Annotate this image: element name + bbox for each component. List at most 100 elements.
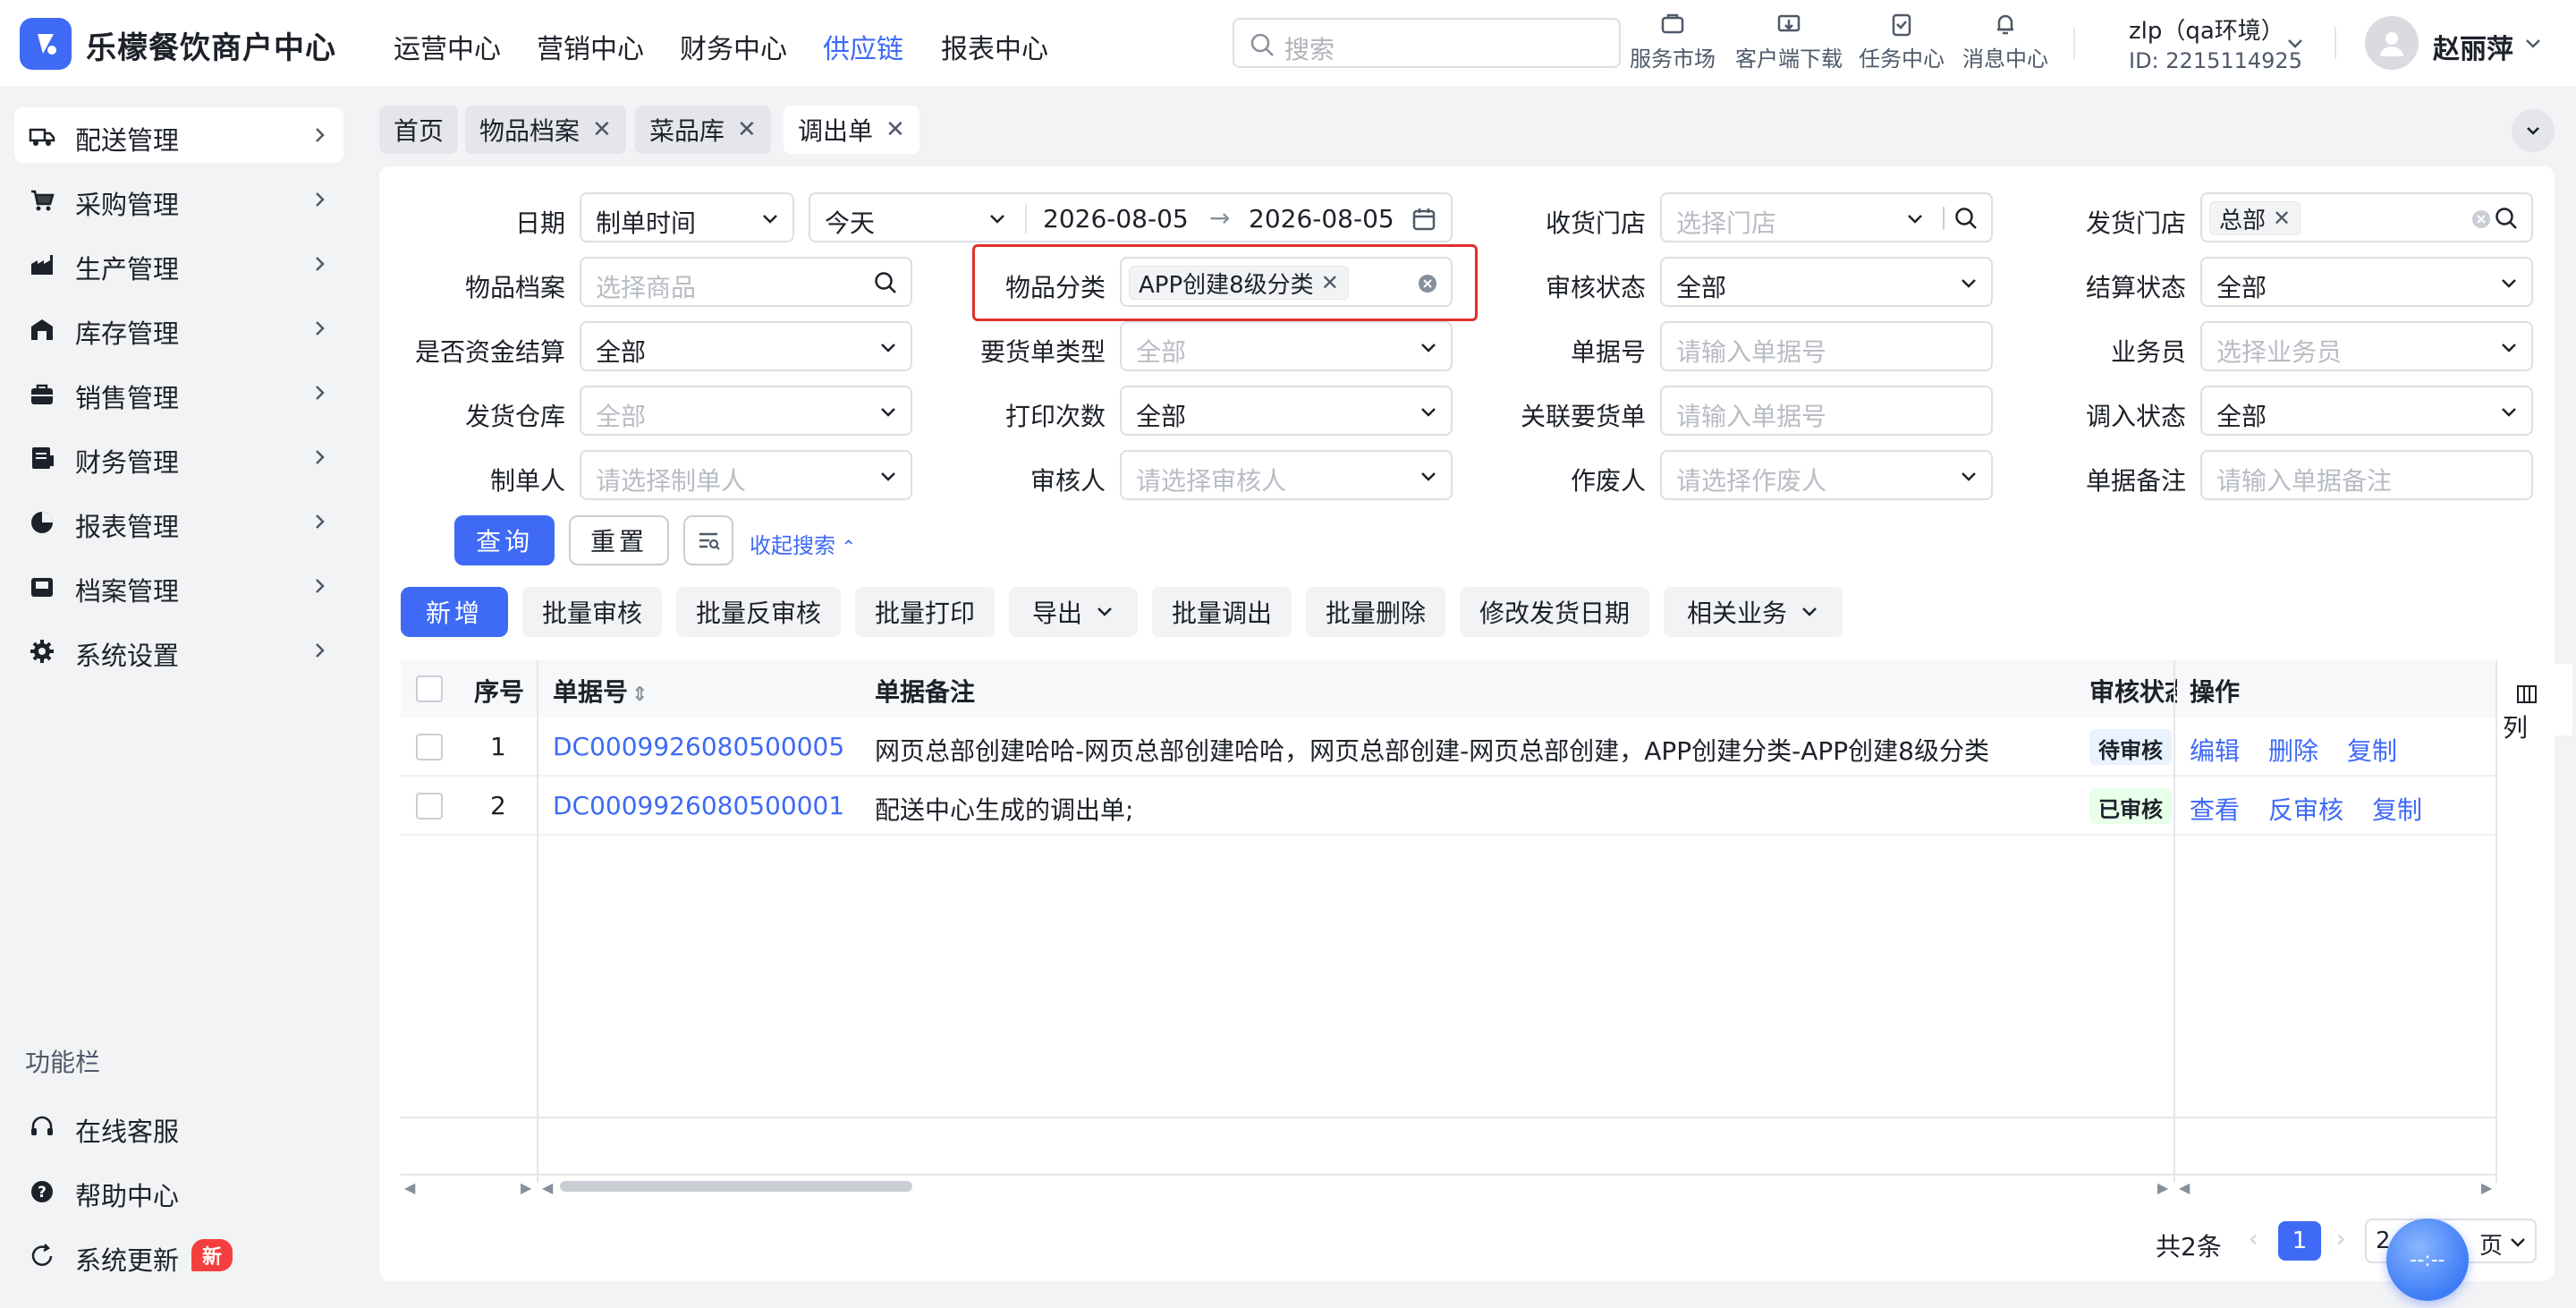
unaudit-link[interactable]: 反审核	[2268, 791, 2343, 827]
sidebar-item-reports[interactable]: 报表管理	[14, 494, 343, 549]
receive-store-select[interactable]: 选择门店	[1660, 192, 1993, 242]
warehouse-select[interactable]: 全部	[580, 386, 912, 436]
settle-status-select[interactable]: 全部	[2200, 257, 2533, 307]
date-from-value[interactable]: 2026-08-05	[1043, 204, 1189, 234]
close-icon[interactable]: ✕	[2273, 206, 2291, 231]
avatar[interactable]	[2365, 16, 2419, 70]
calendar-icon[interactable]	[1411, 207, 1436, 232]
query-button[interactable]: 查询	[454, 515, 555, 565]
scroll-right-icon[interactable]: ▶	[521, 1179, 531, 1196]
sidebar-item-purchase[interactable]: 采购管理	[14, 172, 343, 227]
scroll-left-icon[interactable]: ◀	[2179, 1179, 2190, 1196]
sidebar-item-finance[interactable]: 财务管理	[14, 429, 343, 485]
fund-settle-select[interactable]: 全部	[580, 321, 912, 371]
help-center-link[interactable]: ? 帮助中心	[14, 1163, 343, 1219]
scroll-right-icon[interactable]: ▶	[2481, 1179, 2492, 1196]
search-icon[interactable]	[2494, 206, 2519, 231]
tab-dish-library[interactable]: 菜品库 ✕	[635, 106, 771, 154]
doc-no-input[interactable]: 请输入单据号	[1660, 321, 1993, 371]
close-icon[interactable]: ✕	[737, 116, 757, 143]
online-service-link[interactable]: 在线客服	[14, 1099, 343, 1154]
modify-ship-date-button[interactable]: 修改发货日期	[1460, 587, 1650, 637]
collapse-search-link[interactable]: 收起搜索 ⌃	[750, 528, 856, 559]
batch-unaudit-button[interactable]: 批量反审核	[676, 587, 842, 637]
chevron-down-icon[interactable]	[2284, 32, 2306, 54]
sort-icon[interactable]: ⇕	[631, 684, 648, 706]
topnav-finance[interactable]: 财务中心	[680, 27, 787, 66]
item-archive-select[interactable]: 选择商品	[580, 257, 912, 307]
sidebar-item-sales[interactable]: 销售管理	[14, 365, 343, 420]
chevron-down-icon[interactable]	[2522, 32, 2544, 54]
next-page-icon[interactable]: ›	[2336, 1226, 2345, 1253]
in-status-select[interactable]: 全部	[2200, 386, 2533, 436]
tab-transfer-out[interactable]: 调出单 ✕	[784, 106, 919, 154]
copy-link[interactable]: 复制	[2372, 791, 2422, 827]
row-checkbox[interactable]	[416, 793, 443, 820]
floating-assistant-button[interactable]: --:--	[2386, 1219, 2469, 1301]
topnav-reports[interactable]: 报表中心	[941, 27, 1048, 66]
user-name[interactable]: 赵丽萍	[2433, 27, 2513, 66]
message-center-button[interactable]: 消息中心	[1943, 11, 2068, 72]
scroll-left-icon[interactable]: ◀	[542, 1179, 553, 1196]
tabs-collapse-button[interactable]	[2512, 109, 2555, 152]
related-business-dropdown-button[interactable]: 相关业务	[1664, 587, 1843, 637]
batch-delete-button[interactable]: 批量删除	[1306, 587, 1446, 637]
add-button[interactable]: 新增	[401, 587, 508, 637]
batch-print-button[interactable]: 批量打印	[855, 587, 996, 637]
scroll-left-icon[interactable]: ◀	[404, 1179, 415, 1196]
close-icon[interactable]: ✕	[886, 116, 905, 143]
auditor-select[interactable]: 请选择审核人	[1120, 450, 1453, 500]
topnav-operations[interactable]: 运营中心	[394, 27, 501, 66]
edit-link[interactable]: 编辑	[2190, 732, 2240, 768]
horizontal-scrollbar-thumb[interactable]	[560, 1181, 912, 1192]
service-market-button[interactable]: 服务市场	[1610, 11, 1735, 72]
sidebar-item-settings[interactable]: 系统设置	[14, 623, 343, 678]
tenant-name[interactable]: zlp（qa环境）	[2129, 13, 2284, 46]
global-search-input[interactable]: 搜索	[1233, 18, 1621, 68]
salesman-select[interactable]: 选择业务员	[2200, 321, 2533, 371]
pager-current-page[interactable]: 1	[2278, 1221, 2321, 1261]
column-header-doc-no[interactable]: 单据号 ⇕	[553, 673, 648, 709]
date-type-select[interactable]: 制单时间	[580, 192, 794, 242]
voider-select[interactable]: 请选择作废人	[1660, 450, 1993, 500]
view-link[interactable]: 查看	[2190, 791, 2240, 827]
remark-input[interactable]: 请输入单据备注	[2200, 450, 2533, 500]
topnav-supply-chain[interactable]: 供应链	[823, 27, 903, 66]
batch-transfer-out-button[interactable]: 批量调出	[1152, 587, 1292, 637]
sidebar-item-inventory[interactable]: 库存管理	[14, 301, 343, 356]
row-checkbox[interactable]	[416, 734, 443, 760]
batch-audit-button[interactable]: 批量审核	[522, 587, 663, 637]
tab-home[interactable]: 首页	[379, 106, 459, 154]
prev-page-icon[interactable]: ‹	[2249, 1226, 2258, 1253]
audit-status-select[interactable]: 全部	[1660, 257, 1993, 307]
sidebar-item-production[interactable]: 生产管理	[14, 236, 343, 292]
close-icon[interactable]: ✕	[592, 116, 612, 143]
date-range-picker[interactable]: 今天 2026-08-05 → 2026-08-05	[809, 192, 1453, 242]
row-doc-no-link[interactable]: DC0009926080500005	[553, 732, 844, 761]
sidebar-item-delivery[interactable]: 配送管理	[14, 107, 343, 163]
topnav-marketing[interactable]: 营销中心	[537, 27, 644, 66]
print-count-select[interactable]: 全部	[1120, 386, 1453, 436]
date-to-value[interactable]: 2026-08-05	[1249, 204, 1394, 234]
related-order-input[interactable]: 请输入单据号	[1660, 386, 1993, 436]
sidebar-item-archives[interactable]: 档案管理	[14, 558, 343, 614]
tab-item-archive[interactable]: 物品档案 ✕	[465, 106, 626, 154]
export-dropdown-button[interactable]: 导出	[1009, 587, 1138, 637]
select-all-checkbox[interactable]	[416, 675, 443, 702]
column-settings-button[interactable]: 列	[2501, 664, 2572, 743]
client-download-button[interactable]: 客户端下载	[1726, 11, 1852, 72]
send-store-select[interactable]: 总部 ✕	[2200, 192, 2533, 242]
search-icon[interactable]	[873, 270, 898, 295]
search-settings-button[interactable]	[683, 515, 733, 565]
row-doc-no-link[interactable]: DC0009926080500001	[553, 791, 844, 820]
search-icon[interactable]	[1953, 206, 1979, 231]
scroll-right-icon[interactable]: ▶	[2157, 1179, 2168, 1196]
copy-link[interactable]: 复制	[2347, 732, 2397, 768]
creator-select[interactable]: 请选择制单人	[580, 450, 912, 500]
app-logo-icon[interactable]	[20, 18, 72, 70]
reset-button[interactable]: 重置	[569, 515, 669, 565]
clear-icon[interactable]	[2470, 208, 2492, 230]
system-update-link[interactable]: 系统更新	[14, 1227, 343, 1283]
order-type-select[interactable]: 全部	[1120, 321, 1453, 371]
delete-link[interactable]: 删除	[2268, 732, 2318, 768]
